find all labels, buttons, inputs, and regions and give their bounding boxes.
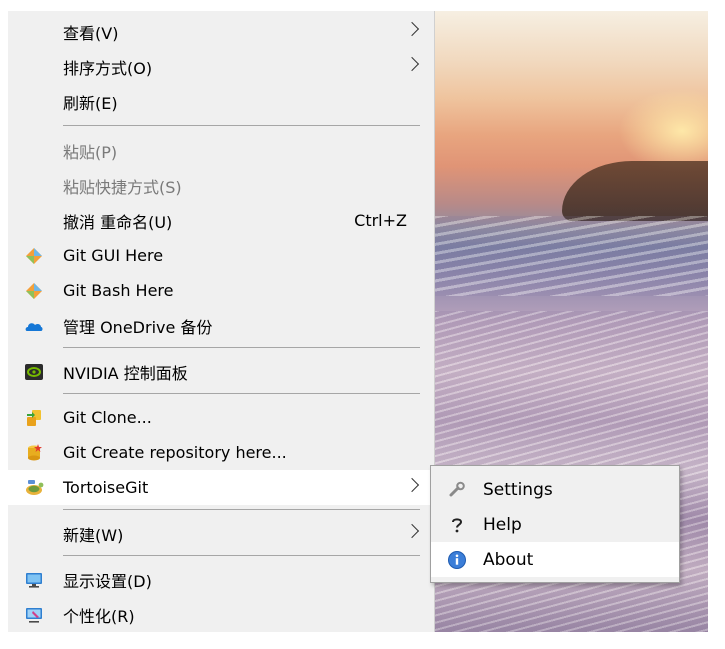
menu-item-nvidia[interactable]: NVIDIA 控制面板 xyxy=(8,354,435,389)
tortoisegit-icon xyxy=(26,480,44,495)
menu-item-paste-shortcut[interactable]: 粘贴快捷方式(S) xyxy=(8,168,435,203)
menu-item-git-clone[interactable]: Git Clone... xyxy=(8,400,435,435)
git-gui-icon xyxy=(26,248,42,264)
menu-item-paste[interactable]: 粘贴(P) xyxy=(8,133,435,168)
wallpaper-waves xyxy=(432,216,708,296)
git-bash-icon xyxy=(26,283,42,299)
menu-item-refresh[interactable]: 刷新(E) xyxy=(8,84,435,119)
git-clone-icon xyxy=(27,410,41,426)
display-monitor-icon xyxy=(26,573,42,588)
submenu-item-label: Help xyxy=(483,514,522,535)
menu-item-shortcut: Ctrl+Z xyxy=(354,211,407,230)
submenu-item-label: Settings xyxy=(483,479,553,500)
menu-separator xyxy=(63,555,420,556)
help-question-icon xyxy=(452,518,463,533)
menu-item-label: 个性化(R) xyxy=(63,606,135,626)
nvidia-icon xyxy=(25,364,43,380)
menu-item-git-create-repo[interactable]: Git Create repository here... xyxy=(8,435,435,470)
menu-item-label: 查看(V) xyxy=(63,23,119,43)
git-create-repo-icon xyxy=(28,444,42,461)
tortoisegit-submenu: Settings Help About xyxy=(430,465,680,583)
submenu-item-help[interactable]: Help xyxy=(431,507,679,542)
menu-item-label: Git Create repository here... xyxy=(63,443,287,462)
menu-item-git-gui[interactable]: Git GUI Here xyxy=(8,238,435,273)
chevron-right-icon xyxy=(404,523,420,539)
menu-item-label: 显示设置(D) xyxy=(63,571,152,591)
onedrive-cloud-icon xyxy=(25,323,43,331)
menu-item-label: Git Bash Here xyxy=(63,281,174,300)
menu-item-undo-rename[interactable]: 撤消 重命名(U) Ctrl+Z xyxy=(8,203,435,238)
menu-item-sort[interactable]: 排序方式(O) xyxy=(8,49,435,84)
chevron-right-icon xyxy=(404,477,420,493)
menu-item-git-bash[interactable]: Git Bash Here xyxy=(8,273,435,308)
desktop-context-menu: 查看(V) 排序方式(O) 刷新(E) 粘贴(P) 粘贴快捷方式(S) 撤消 重… xyxy=(8,11,435,632)
menu-item-display-settings[interactable]: 显示设置(D) xyxy=(8,562,435,597)
menu-separator xyxy=(63,125,420,126)
info-icon xyxy=(448,551,466,569)
menu-separator xyxy=(63,393,420,394)
menu-item-personalize[interactable]: 个性化(R) xyxy=(8,597,435,632)
submenu-item-about[interactable]: About xyxy=(431,542,679,577)
menu-item-onedrive-backup[interactable]: 管理 OneDrive 备份 xyxy=(8,308,435,343)
menu-item-new[interactable]: 新建(W) xyxy=(8,516,435,551)
menu-item-tortoisegit[interactable]: TortoiseGit xyxy=(8,470,435,505)
menu-item-label: 粘贴快捷方式(S) xyxy=(63,177,182,197)
menu-item-label: NVIDIA 控制面板 xyxy=(63,363,188,383)
menu-item-label: 粘贴(P) xyxy=(63,142,118,162)
menu-item-label: 撤消 重命名(U) xyxy=(63,212,173,232)
menu-item-label: Git Clone... xyxy=(63,408,152,427)
submenu-item-settings[interactable]: Settings xyxy=(431,472,679,507)
submenu-item-label: About xyxy=(483,549,534,570)
menu-item-label: 管理 OneDrive 备份 xyxy=(63,317,213,337)
personalize-icon xyxy=(26,608,42,623)
menu-item-label: 排序方式(O) xyxy=(63,58,153,78)
menu-item-label: Git GUI Here xyxy=(63,246,164,265)
menu-item-view[interactable]: 查看(V) xyxy=(8,14,435,49)
menu-separator xyxy=(63,347,420,348)
chevron-right-icon xyxy=(404,56,420,72)
wrench-icon xyxy=(449,481,465,497)
chevron-right-icon xyxy=(404,21,420,37)
menu-separator xyxy=(63,509,420,510)
wallpaper-headland xyxy=(562,161,708,221)
menu-item-label: 刷新(E) xyxy=(63,93,118,113)
menu-item-label: TortoiseGit xyxy=(63,478,149,497)
menu-item-label: 新建(W) xyxy=(63,525,124,545)
